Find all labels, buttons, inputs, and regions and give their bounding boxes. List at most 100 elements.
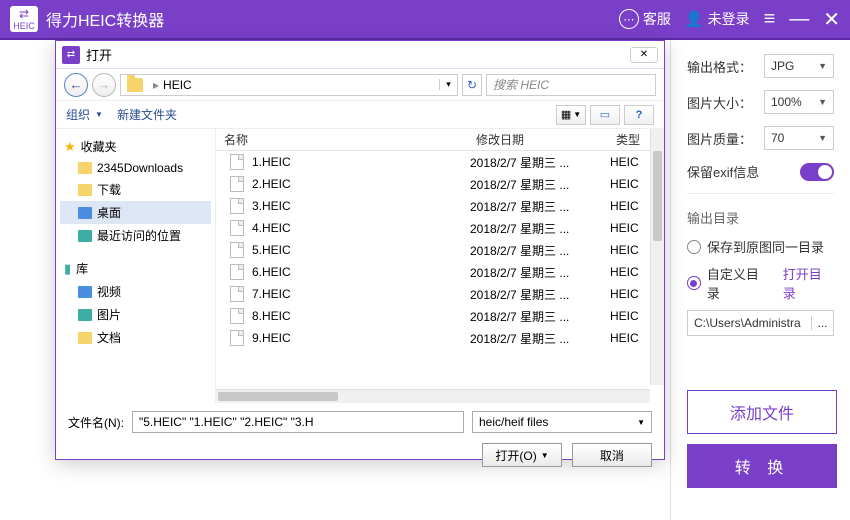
file-type: HEIC xyxy=(608,265,650,279)
chevron-down-icon: ▼ xyxy=(818,61,827,71)
file-name: 1.HEIC xyxy=(250,155,468,169)
file-date: 2018/2/7 星期三 ... xyxy=(468,242,608,259)
address-bar[interactable]: ▸ HEIC ▾ xyxy=(120,74,458,96)
organize-menu[interactable]: 组织 ▼ xyxy=(66,106,103,123)
col-type[interactable]: 类型 xyxy=(608,131,650,148)
radio-same-dir[interactable]: 保存到原图同一目录 xyxy=(687,237,834,256)
star-icon: ★ xyxy=(64,139,76,155)
file-row[interactable]: 4.HEIC2018/2/7 星期三 ...HEIC xyxy=(216,217,650,239)
scrollbar-thumb[interactable] xyxy=(218,392,338,401)
vertical-scrollbar[interactable] xyxy=(650,129,664,385)
file-row[interactable]: 3.HEIC2018/2/7 星期三 ...HEIC xyxy=(216,195,650,217)
file-date: 2018/2/7 星期三 ... xyxy=(468,264,608,281)
file-icon xyxy=(230,286,244,302)
add-files-button[interactable]: 添加文件 xyxy=(687,390,837,434)
help-button[interactable]: ? xyxy=(624,105,654,125)
file-date: 2018/2/7 星期三 ... xyxy=(468,198,608,215)
menu-icon[interactable]: ≡ xyxy=(764,8,776,31)
image-quality-label: 图片质量： xyxy=(687,129,764,148)
file-type: HEIC xyxy=(608,243,650,257)
radio-custom-dir[interactable]: 自定义目录 xyxy=(707,264,771,302)
filename-label: 文件名(N): xyxy=(68,414,124,431)
recent-icon xyxy=(78,230,92,242)
horizontal-scrollbar[interactable] xyxy=(216,389,650,403)
tree-item[interactable]: 视频 xyxy=(60,280,211,303)
minimize-button[interactable]: — xyxy=(789,8,809,31)
file-icon xyxy=(230,220,244,236)
folder-icon xyxy=(78,184,92,196)
tree-item[interactable]: 下载 xyxy=(60,178,211,201)
dialog-close-button[interactable]: ✕ xyxy=(630,47,658,63)
chevron-down-icon: ▼ xyxy=(818,133,827,143)
scrollbar-thumb[interactable] xyxy=(653,151,662,241)
search-input[interactable]: 搜索 HEIC xyxy=(486,74,656,96)
chevron-down-icon[interactable]: ▾ xyxy=(439,79,457,90)
file-date: 2018/2/7 星期三 ... xyxy=(468,220,608,237)
col-name[interactable]: 名称 xyxy=(216,131,468,148)
logo-text: HEIC xyxy=(13,21,35,31)
browse-path-button[interactable]: ... xyxy=(811,316,833,330)
file-type: HEIC xyxy=(608,177,650,191)
file-row[interactable]: 9.HEIC2018/2/7 星期三 ...HEIC xyxy=(216,327,650,349)
file-name: 9.HEIC xyxy=(250,331,468,345)
file-type-select[interactable]: heic/heif files ▼ xyxy=(472,411,652,433)
image-size-select[interactable]: 100% ▼ xyxy=(764,90,834,114)
path-display: C:\Users\Administra ... xyxy=(687,310,834,336)
file-type: HEIC xyxy=(608,221,650,235)
login-status[interactable]: 👤 未登录 xyxy=(685,9,750,29)
refresh-button[interactable]: ↻ xyxy=(462,74,482,96)
file-icon xyxy=(230,176,244,192)
convert-button[interactable]: 转 换 xyxy=(687,444,837,488)
file-row[interactable]: 2.HEIC2018/2/7 星期三 ...HEIC xyxy=(216,173,650,195)
preview-pane-button[interactable]: ▭ xyxy=(590,105,620,125)
file-row[interactable]: 5.HEIC2018/2/7 星期三 ...HEIC xyxy=(216,239,650,261)
open-button[interactable]: 打开(O) ▼ xyxy=(482,443,562,467)
tree-item-desktop[interactable]: 桌面 xyxy=(60,201,211,224)
cancel-button[interactable]: 取消 xyxy=(572,443,652,467)
file-list-header[interactable]: 名称 修改日期 类型 xyxy=(216,129,664,151)
chevron-down-icon: ▼ xyxy=(95,110,103,119)
chevron-down-icon: ▼ xyxy=(541,451,549,460)
customer-service-link[interactable]: ⋯ 客服 xyxy=(619,9,671,29)
tree-favorites[interactable]: ★ 收藏夹 xyxy=(60,135,211,158)
file-date: 2018/2/7 星期三 ... xyxy=(468,176,608,193)
file-type: HEIC xyxy=(608,287,650,301)
close-button[interactable]: ✕ xyxy=(823,7,840,32)
file-row[interactable]: 1.HEIC2018/2/7 星期三 ...HEIC xyxy=(216,151,650,173)
file-date: 2018/2/7 星期三 ... xyxy=(468,308,608,325)
tree-item[interactable]: 最近访问的位置 xyxy=(60,224,211,247)
file-type: HEIC xyxy=(608,309,650,323)
open-file-dialog: ⇄ 打开 ✕ ← → ▸ HEIC ▾ ↻ 搜索 HEIC 组织 ▼ 新建文件夹… xyxy=(55,40,665,460)
video-icon xyxy=(78,286,92,298)
file-type: HEIC xyxy=(608,199,650,213)
exif-toggle[interactable] xyxy=(800,163,834,181)
settings-panel: 输出格式： JPG ▼ 图片大小： 100% ▼ 图片质量： 70 ▼ 保留ex… xyxy=(670,40,850,520)
file-icon xyxy=(230,330,244,346)
breadcrumb-item[interactable]: HEIC xyxy=(163,78,192,92)
open-dir-link[interactable]: 打开目录 xyxy=(783,264,834,302)
file-name: 2.HEIC xyxy=(250,177,468,191)
file-row[interactable]: 6.HEIC2018/2/7 星期三 ...HEIC xyxy=(216,261,650,283)
tree-library[interactable]: ▮ 库 xyxy=(60,257,211,280)
file-date: 2018/2/7 星期三 ... xyxy=(468,286,608,303)
tree-item[interactable]: 文档 xyxy=(60,326,211,349)
file-name: 4.HEIC xyxy=(250,221,468,235)
radio-icon xyxy=(687,240,701,254)
tree-item[interactable]: 图片 xyxy=(60,303,211,326)
file-row[interactable]: 7.HEIC2018/2/7 星期三 ...HEIC xyxy=(216,283,650,305)
nav-back-button[interactable]: ← xyxy=(64,73,88,97)
view-mode-button[interactable]: ▦▼ xyxy=(556,105,586,125)
output-format-select[interactable]: JPG ▼ xyxy=(764,54,834,78)
nav-forward-button[interactable]: → xyxy=(92,73,116,97)
file-type: HEIC xyxy=(608,155,650,169)
image-quality-select[interactable]: 70 ▼ xyxy=(764,126,834,150)
file-row[interactable]: 8.HEIC2018/2/7 星期三 ...HEIC xyxy=(216,305,650,327)
filename-input[interactable]: "5.HEIC" "1.HEIC" "2.HEIC" "3.H xyxy=(132,411,464,433)
app-titlebar: ⇄ HEIC 得力HEIC转换器 ⋯ 客服 👤 未登录 ≡ — ✕ xyxy=(0,0,850,40)
file-type: HEIC xyxy=(608,331,650,345)
tree-item[interactable]: 2345Downloads xyxy=(60,158,211,178)
new-folder-button[interactable]: 新建文件夹 xyxy=(117,106,177,123)
library-icon: ▮ xyxy=(64,261,71,277)
col-date[interactable]: 修改日期 xyxy=(468,131,608,148)
file-name: 3.HEIC xyxy=(250,199,468,213)
